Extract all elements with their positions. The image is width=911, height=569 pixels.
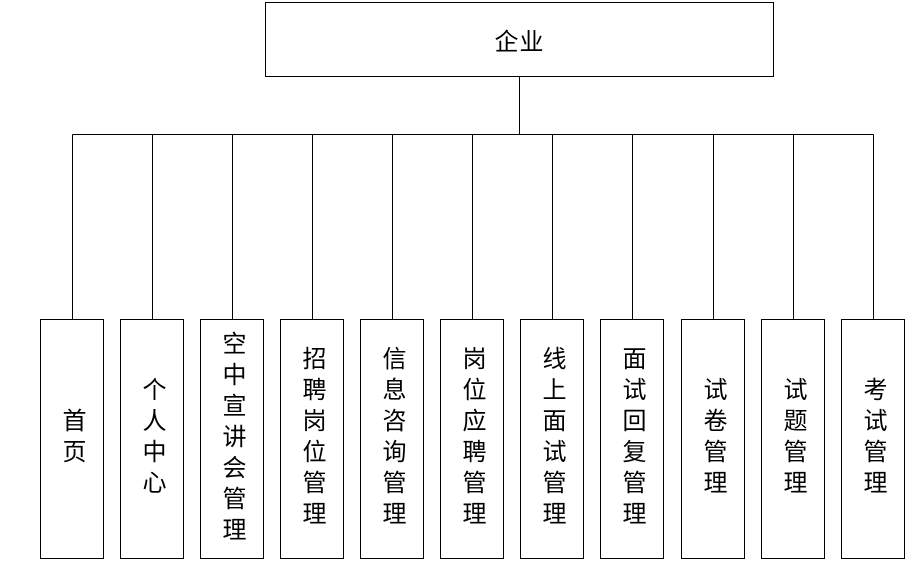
module-node-personal-center: 个人中心 <box>120 319 184 559</box>
module-node-label: 线上面试管理 <box>538 346 566 532</box>
module-node-inquiry-management: 信息咨询管理 <box>360 319 424 559</box>
module-node-question-management: 试题管理 <box>761 319 825 559</box>
root-node-enterprise: 企业 <box>265 2 774 77</box>
module-node-label: 试题管理 <box>779 377 807 501</box>
module-node-application-management: 岗位应聘管理 <box>440 319 504 559</box>
module-node-label: 岗位应聘管理 <box>458 346 486 532</box>
module-node-online-presentation-management: 空中宣讲会管理 <box>200 319 264 559</box>
root-node-label: 企业 <box>494 28 545 56</box>
module-node-label: 招聘岗位管理 <box>298 346 326 532</box>
module-node-exam-paper-management: 试卷管理 <box>681 319 745 559</box>
module-node-interview-reply-management: 面试回复管理 <box>600 319 664 559</box>
module-node-label: 个人中心 <box>138 377 166 501</box>
module-node-label: 面试回复管理 <box>618 346 646 532</box>
module-node-home: 首页 <box>40 319 104 559</box>
module-node-label: 空中宣讲会管理 <box>218 330 246 548</box>
module-node-exam-management: 考试管理 <box>841 319 905 559</box>
module-node-job-posting-management: 招聘岗位管理 <box>280 319 344 559</box>
module-node-online-interview-management: 线上面试管理 <box>520 319 584 559</box>
module-node-label: 考试管理 <box>859 377 887 501</box>
module-node-label: 首页 <box>58 408 86 470</box>
module-node-label: 试卷管理 <box>699 377 727 501</box>
module-node-label: 信息咨询管理 <box>378 346 406 532</box>
